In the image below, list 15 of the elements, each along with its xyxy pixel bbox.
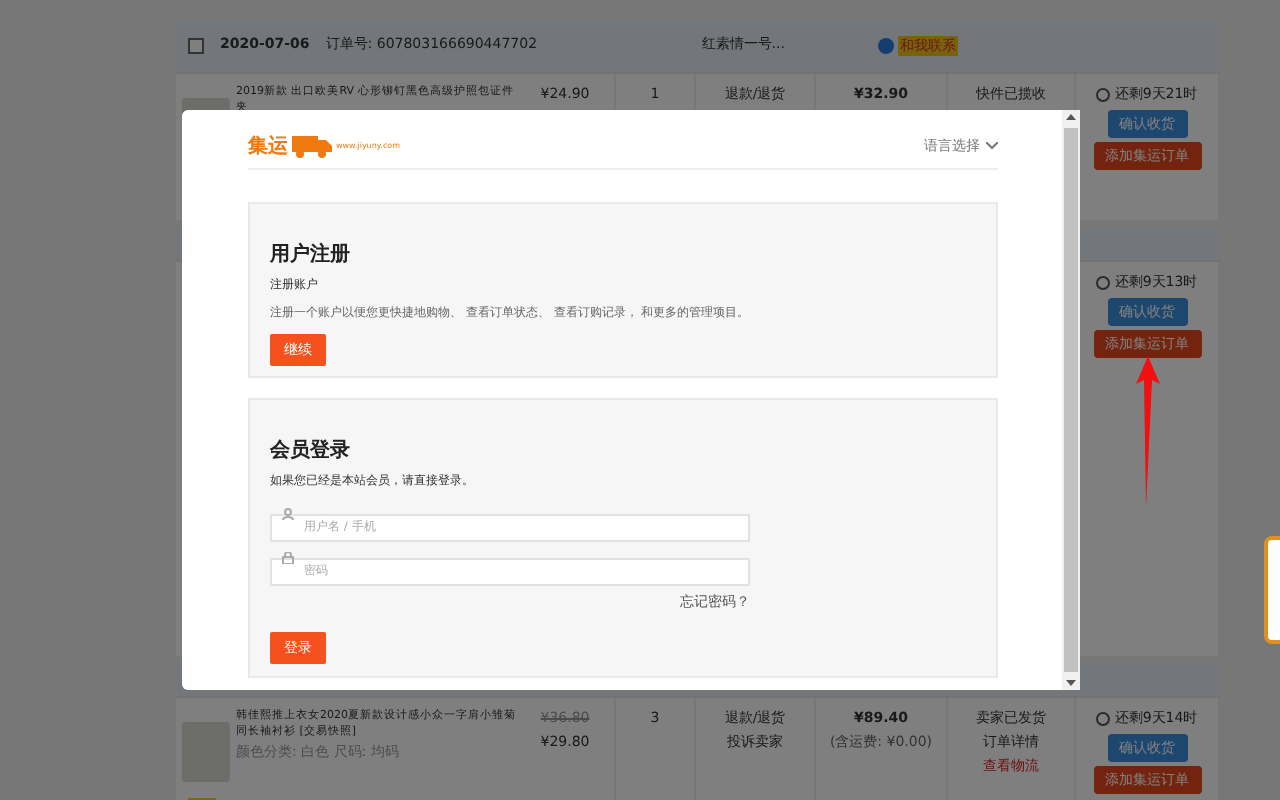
logo-text: 集运	[248, 133, 288, 159]
scrollbar-thumb[interactable]	[1064, 128, 1078, 672]
scroll-up-icon[interactable]	[1066, 114, 1076, 120]
chat-icon	[877, 38, 894, 54]
chevron-down-icon	[986, 141, 998, 149]
truck-icon	[292, 133, 332, 157]
register-title: 用户注册	[270, 240, 352, 268]
clock-icon	[1096, 712, 1111, 727]
scroll-down-icon[interactable]	[1066, 680, 1076, 686]
lock-icon	[282, 552, 294, 564]
login-title: 会员登录	[270, 437, 352, 464]
clock-icon	[1096, 88, 1111, 103]
user-icon	[282, 508, 294, 520]
clock-icon	[1096, 276, 1111, 291]
checkbox[interactable]	[188, 38, 204, 54]
